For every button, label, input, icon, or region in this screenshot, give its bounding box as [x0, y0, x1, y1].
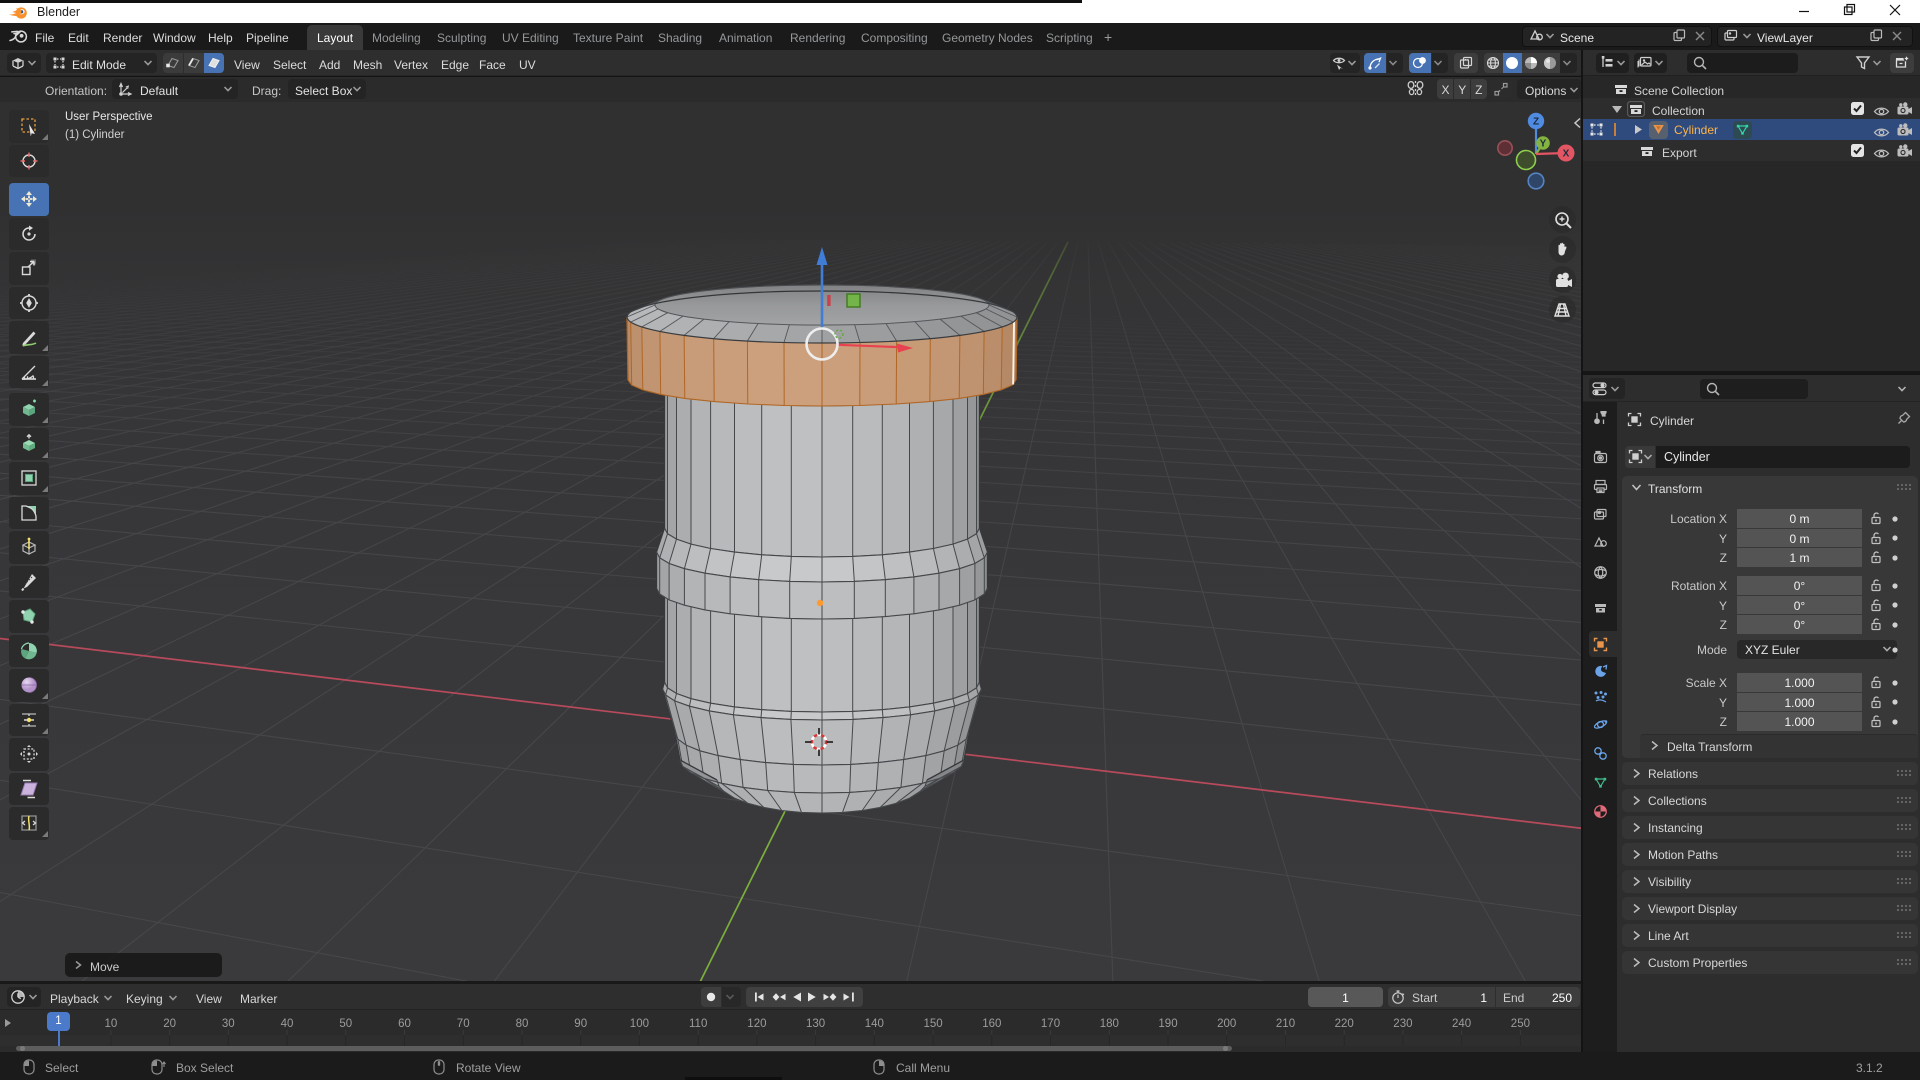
svg-text:230: 230: [1393, 1018, 1412, 1030]
svg-text:X: X: [1563, 149, 1570, 160]
svg-text:80: 80: [516, 1018, 529, 1030]
svg-text:Z: Z: [1533, 117, 1539, 128]
svg-text:100: 100: [630, 1018, 649, 1030]
svg-text:130: 130: [806, 1018, 825, 1030]
svg-text:200: 200: [1217, 1018, 1236, 1030]
svg-text:110: 110: [689, 1018, 707, 1030]
svg-text:160: 160: [982, 1018, 1001, 1030]
svg-text:70: 70: [457, 1018, 470, 1030]
svg-text:40: 40: [281, 1018, 294, 1030]
svg-text:20: 20: [163, 1018, 176, 1030]
svg-text:Y: Y: [1540, 139, 1547, 150]
svg-text:250: 250: [1511, 1018, 1530, 1030]
svg-text:120: 120: [747, 1018, 766, 1030]
svg-text:30: 30: [222, 1018, 235, 1030]
svg-text:180: 180: [1100, 1018, 1119, 1030]
svg-text:240: 240: [1452, 1018, 1471, 1030]
svg-text:150: 150: [924, 1018, 943, 1030]
svg-text:210: 210: [1276, 1018, 1295, 1030]
svg-text:190: 190: [1158, 1018, 1177, 1030]
svg-text:10: 10: [105, 1018, 118, 1030]
svg-text:50: 50: [339, 1018, 352, 1030]
svg-text:60: 60: [398, 1018, 411, 1030]
svg-text:140: 140: [865, 1018, 884, 1030]
svg-text:90: 90: [574, 1018, 587, 1030]
svg-text:220: 220: [1335, 1018, 1354, 1030]
svg-text:170: 170: [1041, 1018, 1060, 1030]
